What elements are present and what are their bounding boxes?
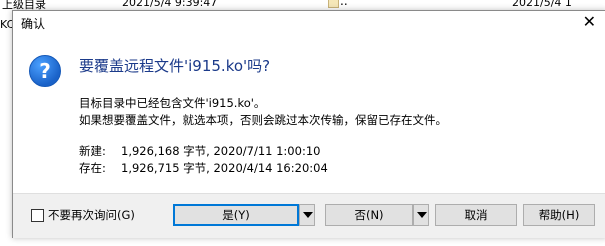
checkbox-label: 不要再次询问(G)	[48, 208, 135, 222]
new-file-label: 新建:	[79, 144, 106, 158]
close-icon[interactable]: ✕	[583, 12, 596, 31]
existing-file-info: 1,926,715 字节, 2020/4/14 16:20:04	[121, 161, 328, 175]
confirm-overwrite-dialog: 确认 ✕ ? 要覆盖远程文件'i915.ko'吗? 目标目录中已经包含文件'i9…	[12, 10, 605, 238]
folder-icon	[328, 0, 339, 8]
yes-button[interactable]: 是(Y)	[173, 204, 299, 226]
parent-dir-item[interactable]: ..	[340, 0, 348, 8]
question-icon: ?	[29, 55, 61, 87]
yes-dropdown-icon[interactable]	[299, 204, 315, 226]
dont-ask-again-checkbox[interactable]: 不要再次询问(G)	[31, 207, 135, 223]
new-file-info: 1,926,168 字节, 2020/7/11 1:00:10	[121, 144, 321, 158]
dialog-title: 确认	[21, 17, 46, 31]
no-button[interactable]: 否(N)	[325, 204, 413, 226]
dialog-message-line2: 如果想要覆盖文件，就选本项，否则会跳过本次传输，保留已存在文件。	[79, 113, 447, 127]
help-button[interactable]: 帮助(H)	[523, 204, 595, 226]
dialog-titlebar[interactable]: 确认 ✕	[13, 11, 605, 33]
checkbox-box[interactable]	[31, 208, 44, 222]
existing-file-label: 存在:	[79, 161, 106, 175]
dialog-message-line1: 目标目录中已经包含文件'i915.ko'。	[79, 96, 266, 110]
dialog-footer: 不要再次询问(G) 是(Y) 否(N) 取消 帮助(H)	[13, 193, 605, 238]
remote-time: 2021/5/4 1	[512, 0, 572, 9]
dialog-heading: 要覆盖远程文件'i915.ko'吗?	[79, 57, 271, 75]
cancel-button[interactable]: 取消	[435, 204, 517, 226]
parent-dir-time: 2021/5/4 9:39:47	[122, 0, 218, 9]
no-dropdown-icon[interactable]	[413, 204, 429, 226]
